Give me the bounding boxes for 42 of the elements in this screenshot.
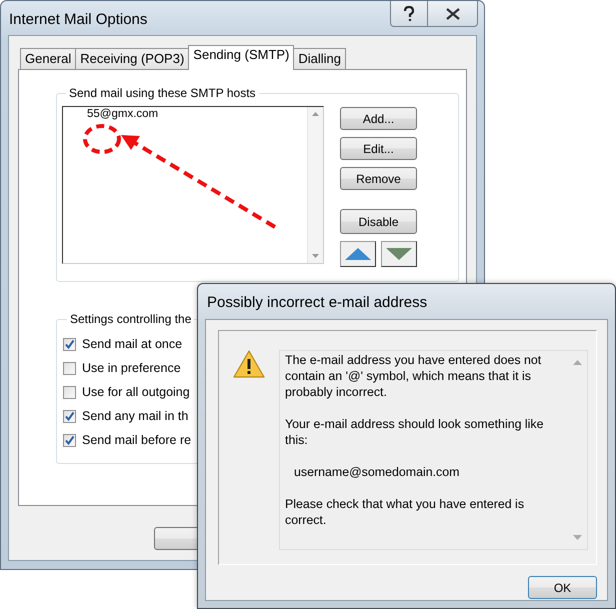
annotation-circle (83, 124, 121, 154)
edit-button[interactable]: Edit... (340, 137, 417, 160)
close-icon (446, 8, 460, 20)
tab[interactable]: Dialling (293, 48, 346, 69)
list-item[interactable]: 55@gmx.com (87, 108, 307, 120)
tab[interactable]: Sending (SMTP) (188, 45, 294, 70)
scrollbar[interactable] (307, 107, 323, 263)
checkbox[interactable] (63, 362, 76, 374)
group-title: Settings controlling the (69, 312, 192, 326)
disable-button[interactable]: Disable (340, 209, 417, 234)
checkbox-label: Send any mail in th (82, 409, 188, 423)
ok-button[interactable]: OK (528, 576, 597, 599)
host-list[interactable]: 55@gmx.com (62, 106, 324, 264)
example-address: username@somedomain.com (293, 464, 460, 480)
warning-icon (233, 350, 265, 380)
message-text: Your e-mail address should look something like this: (285, 416, 545, 448)
checkbox[interactable] (63, 386, 76, 398)
down-triangle-icon (386, 248, 412, 260)
message-text: The e-mail address you have entered does not contain an '@' symbol, which means that it is probably incorrect. (285, 352, 542, 400)
dialog-title: Possibly incorrect e-mail address (206, 293, 428, 310)
help-button[interactable] (390, 1, 428, 27)
scroll-up-icon[interactable] (312, 112, 319, 116)
tab[interactable]: Receiving (POP3) (75, 48, 190, 69)
window-title: Internet Mail Options (9, 11, 148, 28)
move-down-button[interactable] (381, 241, 417, 267)
message-text: Please check that what you have entered is correct. (285, 496, 526, 528)
remove-button[interactable]: Remove (340, 167, 417, 190)
checkbox-label: Use for all outgoing (82, 385, 190, 399)
up-triangle-icon (345, 248, 371, 260)
help-icon (403, 6, 415, 22)
checkbox-label: Use in preference (82, 361, 181, 375)
checkbox[interactable] (63, 338, 76, 350)
close-button[interactable] (428, 1, 478, 27)
checkbox[interactable] (63, 410, 76, 422)
add-button[interactable]: Add... (340, 107, 417, 130)
checkbox-label: Send mail before re (82, 433, 192, 447)
move-up-button[interactable] (340, 241, 376, 267)
checkbox[interactable] (63, 434, 76, 446)
scroll-down-icon[interactable] (312, 254, 319, 258)
group-title: Send mail using these SMTP hosts (68, 86, 257, 100)
tab[interactable]: General (20, 48, 76, 69)
checkbox-label: Send mail at once (82, 337, 182, 351)
